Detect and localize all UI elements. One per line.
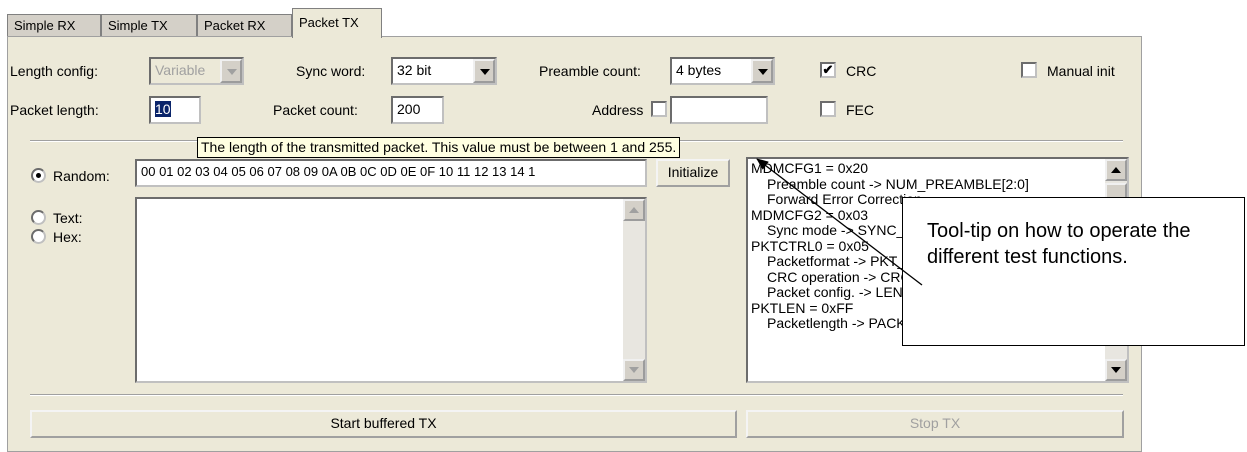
scroll-up-icon[interactable] <box>1105 159 1127 181</box>
random-data-field[interactable]: 00 01 02 03 04 05 06 07 08 09 0A 0B 0C 0… <box>135 159 647 187</box>
scroll-down-icon[interactable] <box>623 359 645 381</box>
tab-packet-rx[interactable]: Packet RX <box>197 14 292 38</box>
address-label: Address <box>592 102 644 118</box>
preamble-count-select[interactable]: 4 bytes <box>670 57 775 85</box>
register-line: MDMCFG1 = 0x20 <box>751 160 869 176</box>
stop-tx-button: Stop TX <box>746 410 1124 438</box>
length-config-label: Length config: <box>10 63 98 79</box>
tab-simple-rx[interactable]: Simple RX <box>7 14 101 38</box>
payload-scrollbar[interactable] <box>623 199 645 381</box>
packet-count-label: Packet count: <box>273 102 358 118</box>
manual-init-checkbox[interactable] <box>1021 62 1037 78</box>
packet-length-value: 10 <box>155 101 171 117</box>
preamble-count-label: Preamble count: <box>539 63 641 79</box>
length-config-value: Variable <box>155 62 206 78</box>
hex-label: Hex: <box>53 229 82 245</box>
text-label: Text: <box>53 210 83 226</box>
tab-packet-tx[interactable]: Packet TX <box>292 8 382 38</box>
chevron-down-icon <box>220 59 242 83</box>
fec-label: FEC <box>846 102 874 118</box>
smartrf-packet-tx-window: Simple RX Simple TX Packet RX Packet TX … <box>0 0 1247 452</box>
random-label: Random: <box>53 168 110 184</box>
address-input[interactable] <box>670 96 768 124</box>
fec-checkbox[interactable] <box>820 101 836 117</box>
chevron-down-icon[interactable] <box>751 59 773 83</box>
separator <box>30 394 1123 396</box>
text-radio[interactable] <box>31 210 46 225</box>
tab-simple-tx[interactable]: Simple TX <box>101 14 197 38</box>
scroll-down-icon[interactable] <box>1105 359 1127 381</box>
payload-textarea[interactable] <box>135 197 647 383</box>
manual-init-label: Manual init <box>1047 63 1115 79</box>
sync-word-value: 32 bit <box>397 62 432 78</box>
start-buffered-tx-button[interactable]: Start buffered TX <box>30 410 737 438</box>
address-checkbox[interactable] <box>651 101 667 117</box>
packet-count-value: 200 <box>397 101 421 117</box>
chevron-down-icon[interactable] <box>473 59 495 83</box>
scroll-up-icon[interactable] <box>623 199 645 221</box>
checkmark-icon: ✔ <box>822 62 834 77</box>
crc-checkbox[interactable]: ✔ <box>820 62 836 78</box>
packet-count-input[interactable]: 200 <box>391 96 444 124</box>
sync-word-label: Sync word: <box>296 63 366 79</box>
length-config-select: Variable <box>149 57 244 85</box>
sync-word-select[interactable]: 32 bit <box>391 57 497 85</box>
random-radio[interactable] <box>31 168 46 183</box>
preamble-count-value: 4 bytes <box>676 62 722 78</box>
hex-radio[interactable] <box>31 229 46 244</box>
register-line: Preamble count -> NUM_PREAMBLE[2:0] <box>767 175 1029 192</box>
random-data-value: 00 01 02 03 04 05 06 07 08 09 0A 0B 0C 0… <box>141 164 536 179</box>
packet-length-label: Packet length: <box>10 102 99 118</box>
packet-length-input[interactable]: 10 <box>149 96 201 124</box>
annotation-callout: Tool-tip on how to operate the different… <box>902 197 1245 346</box>
crc-label: CRC <box>846 63 877 79</box>
packet-length-tooltip: The length of the transmitted packet. Th… <box>197 137 681 158</box>
initialize-button[interactable]: Initialize <box>656 159 730 187</box>
